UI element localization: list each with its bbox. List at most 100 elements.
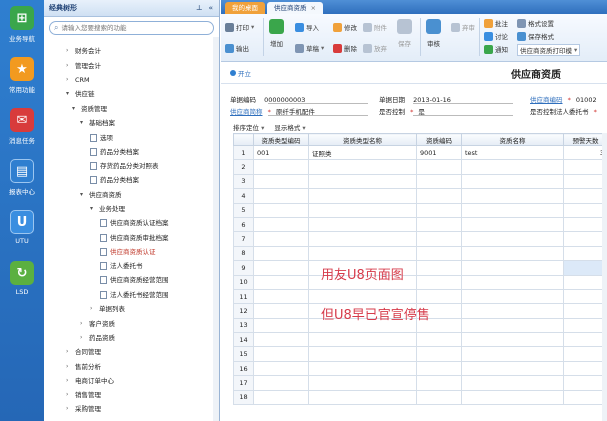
rail-message-tasks[interactable]: ✉ 消息任务 bbox=[0, 108, 44, 145]
tree-node[interactable]: › 采购管理 bbox=[66, 403, 101, 415]
table-cell[interactable] bbox=[416, 216, 462, 233]
expand-arrow-icon[interactable]: ▾ bbox=[90, 203, 96, 215]
table-cell[interactable] bbox=[563, 260, 607, 276]
tree-node[interactable]: 药品分类档案 bbox=[90, 174, 139, 186]
annotate-button[interactable]: 批注 bbox=[484, 18, 508, 28]
table-row[interactable]: 17 bbox=[233, 375, 607, 391]
table-cell[interactable] bbox=[563, 346, 607, 362]
expand-arrow-icon[interactable]: ▾ bbox=[80, 117, 86, 129]
tree-node[interactable]: ▾ 供应商资质 bbox=[80, 189, 122, 201]
tree-node[interactable]: › 药品资质 bbox=[80, 332, 115, 344]
table-cell[interactable] bbox=[563, 173, 607, 190]
pin-icon[interactable]: ⊥ bbox=[196, 4, 202, 12]
collapse-arrow-icon[interactable]: › bbox=[66, 74, 72, 86]
table-cell[interactable] bbox=[416, 288, 462, 305]
tree-node[interactable]: › 合同管理 bbox=[66, 346, 101, 358]
table-cell[interactable] bbox=[416, 274, 462, 290]
collapse-arrow-icon[interactable]: › bbox=[66, 389, 72, 401]
table-cell[interactable] bbox=[461, 231, 564, 247]
table-cell[interactable] bbox=[563, 274, 607, 290]
table-cell[interactable] bbox=[461, 346, 564, 362]
attach-button[interactable]: 附件 bbox=[363, 22, 387, 32]
table-cell[interactable] bbox=[308, 188, 417, 204]
search-input[interactable] bbox=[61, 24, 202, 32]
collapse-arrow-icon[interactable]: › bbox=[66, 346, 72, 358]
table-cell[interactable] bbox=[308, 360, 417, 377]
grid-scrollbar[interactable] bbox=[602, 133, 607, 421]
rail-business-nav[interactable]: ⊞ 业务导航 bbox=[0, 6, 44, 43]
tree-node[interactable]: › 财务会计 bbox=[66, 45, 101, 57]
supplier-short-label[interactable]: 供应商简称 bbox=[230, 108, 263, 116]
review-button[interactable]: 审核 bbox=[426, 19, 441, 48]
table-cell[interactable] bbox=[416, 375, 462, 391]
table-cell[interactable] bbox=[461, 173, 564, 190]
collapse-arrow-icon[interactable]: › bbox=[66, 375, 72, 387]
table-row[interactable]: 14 bbox=[233, 332, 607, 348]
table-cell[interactable] bbox=[253, 375, 309, 391]
import-button[interactable]: 导入 bbox=[295, 22, 319, 32]
table-cell[interactable] bbox=[416, 260, 462, 276]
rail-common-functions[interactable]: ★ 常用功能 bbox=[0, 57, 44, 94]
table-cell[interactable] bbox=[563, 332, 607, 348]
table-cell[interactable] bbox=[461, 202, 564, 218]
table-cell[interactable] bbox=[253, 260, 309, 276]
table-cell[interactable] bbox=[416, 159, 462, 175]
rail-report-center[interactable]: ▤ 报表中心 bbox=[0, 159, 44, 196]
table-cell[interactable] bbox=[563, 288, 607, 305]
table-cell[interactable] bbox=[461, 260, 564, 276]
table-cell[interactable] bbox=[416, 231, 462, 247]
table-cell[interactable] bbox=[253, 303, 309, 319]
draft-button[interactable]: 草稿 ▾ bbox=[295, 43, 324, 53]
table-cell[interactable] bbox=[308, 375, 417, 391]
tree-node[interactable]: 法人委托书经营范围 bbox=[100, 289, 169, 301]
table-cell[interactable] bbox=[461, 288, 564, 305]
supplier-code-value[interactable]: 01002 bbox=[576, 96, 597, 104]
table-cell[interactable] bbox=[253, 159, 309, 175]
table-cell[interactable]: 001 bbox=[253, 144, 309, 161]
table-cell[interactable] bbox=[461, 159, 564, 175]
table-cell[interactable] bbox=[563, 360, 607, 377]
expand-arrow-icon[interactable]: ▾ bbox=[72, 103, 78, 115]
table-cell[interactable]: 3 bbox=[563, 144, 607, 161]
tree-node[interactable]: ▾ 供应链 bbox=[66, 88, 95, 100]
print-template-select[interactable]: 供应商资质打印模 ▾ bbox=[517, 44, 581, 56]
table-row[interactable]: 7 bbox=[233, 231, 607, 247]
table-cell[interactable] bbox=[308, 173, 417, 190]
table-row[interactable]: 4 bbox=[233, 188, 607, 204]
table-cell[interactable] bbox=[416, 188, 462, 204]
table-cell[interactable] bbox=[563, 159, 607, 175]
tree-scrollbar[interactable] bbox=[213, 37, 219, 421]
save-format-button[interactable]: 保存格式 bbox=[517, 31, 554, 41]
table-row[interactable]: 16 bbox=[233, 360, 607, 377]
expand-arrow-icon[interactable]: ▾ bbox=[66, 88, 72, 100]
table-row[interactable]: 15 bbox=[233, 346, 607, 362]
table-cell[interactable] bbox=[563, 202, 607, 218]
table-row[interactable]: 3 bbox=[233, 173, 607, 190]
table-cell[interactable] bbox=[308, 216, 417, 233]
table-cell[interactable] bbox=[253, 188, 309, 204]
tree-node[interactable]: › CRM bbox=[66, 74, 90, 86]
table-cell[interactable] bbox=[461, 375, 564, 391]
table-cell[interactable] bbox=[461, 332, 564, 348]
abandon-review-button[interactable]: 弃审 bbox=[451, 22, 475, 32]
table-cell[interactable] bbox=[308, 288, 417, 305]
display-format-button[interactable]: 显示格式 ▾ bbox=[274, 122, 305, 132]
table-cell[interactable]: 9001 bbox=[416, 144, 462, 161]
tab-my-desktop[interactable]: 我的桌面 bbox=[225, 2, 265, 14]
tree-node[interactable]: ▾ 业务处理 bbox=[90, 203, 125, 215]
table-cell[interactable] bbox=[461, 317, 564, 334]
discard-button[interactable]: 放弃 bbox=[363, 43, 387, 53]
table-cell[interactable] bbox=[253, 216, 309, 233]
open-status[interactable]: 开立 bbox=[230, 68, 251, 78]
table-cell[interactable] bbox=[563, 375, 607, 391]
tree-search-box[interactable]: ⌕ bbox=[49, 21, 214, 35]
collapse-icon[interactable]: « bbox=[208, 4, 213, 12]
table-cell[interactable] bbox=[416, 202, 462, 218]
tree-node[interactable]: ▾ 基础档案 bbox=[80, 117, 115, 129]
table-cell[interactable] bbox=[461, 274, 564, 290]
table-row[interactable]: 11 bbox=[233, 288, 607, 305]
tree-node[interactable]: › 售前分析 bbox=[66, 361, 101, 373]
table-cell[interactable] bbox=[563, 317, 607, 334]
tree-node[interactable]: ▾ 资质管理 bbox=[72, 103, 107, 115]
table-cell[interactable] bbox=[461, 216, 564, 233]
